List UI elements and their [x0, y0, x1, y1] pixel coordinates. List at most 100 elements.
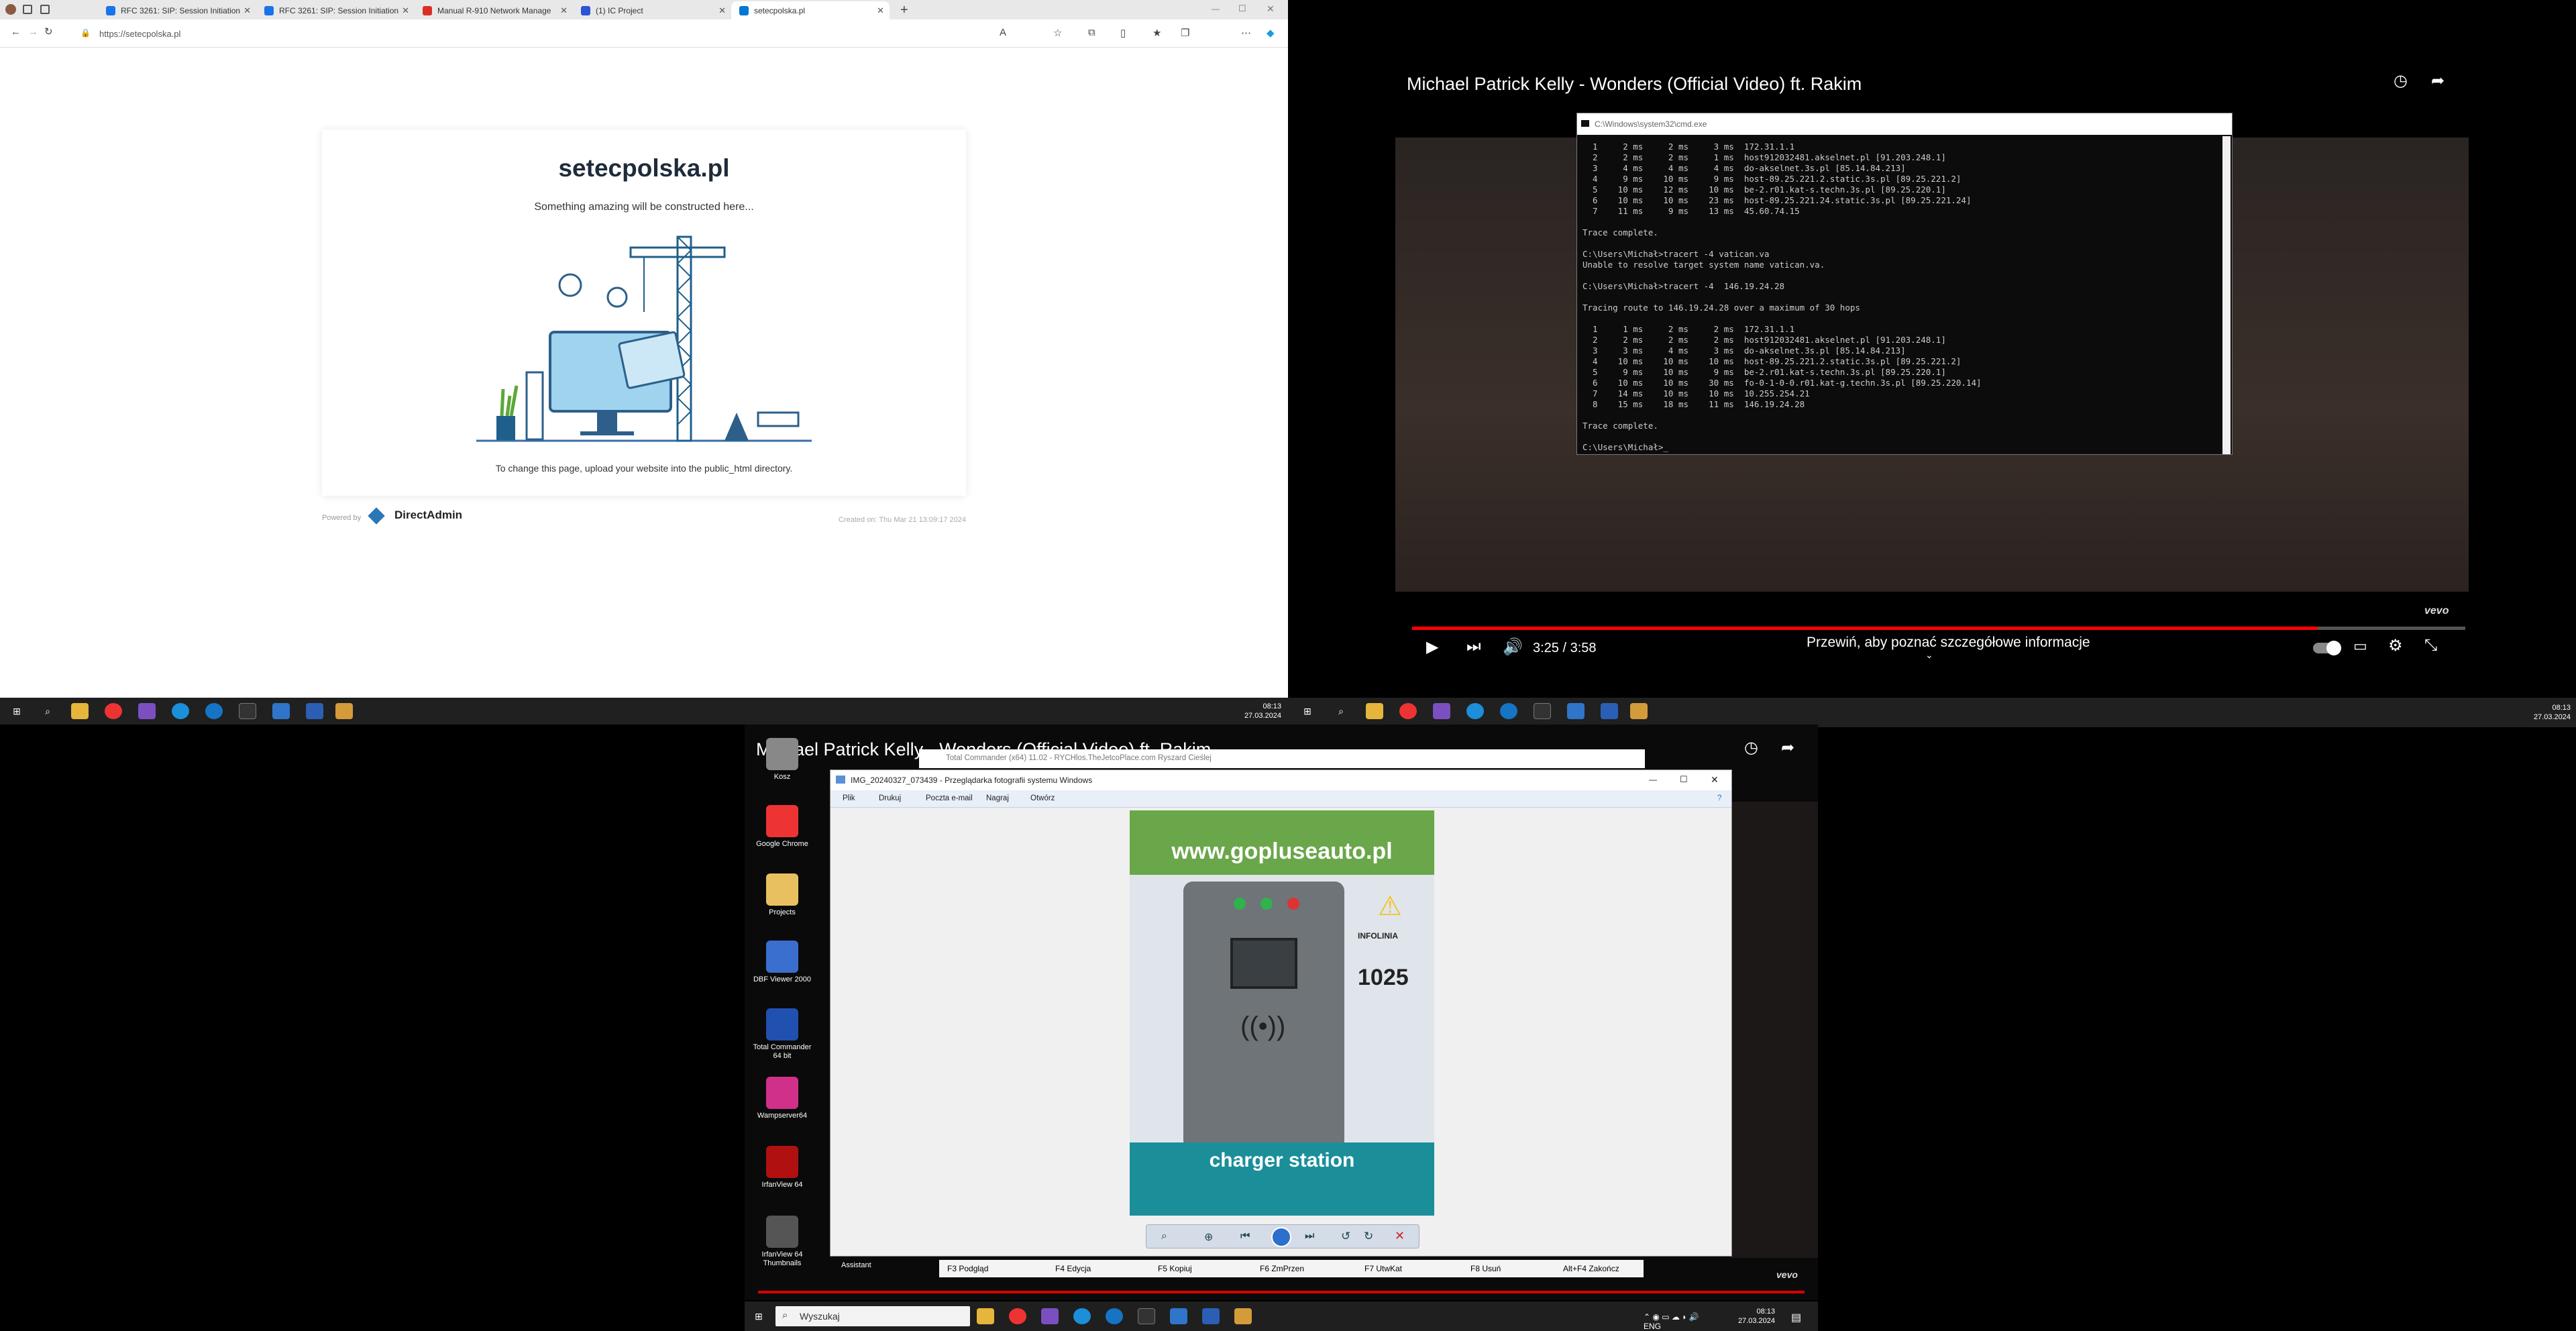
tab-close-icon[interactable]: ✕ — [244, 5, 251, 16]
total-commander-titlebar[interactable]: Total Commander (x64) 11.02 - RYCHlos.Th… — [919, 749, 1645, 768]
maximize-button[interactable]: ☐ — [1238, 3, 1246, 14]
tab-close-icon[interactable]: ✕ — [402, 5, 409, 16]
menu-drukuj[interactable]: Drukuj — [879, 794, 901, 802]
photo-viewer-window[interactable]: IMG_20240327_073439 - Przeglądarka fotog… — [830, 769, 1732, 1257]
edge-icon[interactable] — [172, 703, 189, 719]
share-icon[interactable]: ➦ — [2431, 71, 2445, 91]
read-aloud-icon[interactable]: A — [1000, 27, 1006, 38]
chrome-icon[interactable] — [1009, 1308, 1026, 1324]
refresh-icon[interactable]: ↻ — [44, 25, 53, 38]
rotate-left-icon[interactable]: ↺ — [1341, 1230, 1350, 1243]
terminal-icon[interactable] — [239, 703, 256, 719]
cmd-output[interactable]: 1 2 ms 2 ms 3 ms 172.31.1.1 2 2 ms 2 ms … — [1582, 142, 2220, 453]
visual-studio-icon[interactable] — [138, 703, 156, 719]
edge-dev-icon[interactable] — [1106, 1308, 1123, 1324]
maximize-button[interactable]: ☐ — [1680, 774, 1688, 785]
settings-more-icon[interactable]: ⋯ — [1241, 27, 1251, 39]
menu-otworz[interactable]: Otwórz — [1030, 794, 1055, 802]
desktop-icon[interactable]: DBF Viewer 2000 — [752, 941, 812, 984]
collections-icon[interactable]: ❐ — [1181, 27, 1189, 39]
f6-button[interactable]: F6 ZmPrzen — [1260, 1264, 1304, 1273]
help-icon[interactable]: ? — [1717, 794, 1721, 802]
settings-icon[interactable]: ⚙ — [2388, 636, 2403, 655]
f8-button[interactable]: F8 Usuń — [1470, 1264, 1501, 1273]
video-title[interactable]: Michael Patrick Kelly - Wonders (Officia… — [1407, 74, 1862, 95]
desktop-icon[interactable]: Projects — [752, 873, 812, 917]
lock-icon[interactable]: 🔒 — [80, 28, 91, 38]
terminal-icon[interactable] — [1534, 703, 1551, 719]
tab-close-icon[interactable]: ✕ — [718, 5, 726, 16]
notifications-icon[interactable]: ▤ — [1791, 1311, 1801, 1324]
watch-later-icon[interactable]: ◷ — [1744, 738, 1758, 757]
system-tray[interactable]: ⌃ ◉ ▭ ☁ ◗ 🔊 ENG — [1644, 1312, 1717, 1331]
close-button[interactable]: ✕ — [1711, 774, 1719, 786]
menu-plik[interactable]: Plik — [843, 794, 855, 802]
address-bar[interactable]: 🔒 https://setecpolska.pl — [67, 24, 1033, 43]
directadmin-logo-icon[interactable] — [368, 507, 385, 525]
total-commander-icon[interactable] — [1601, 703, 1618, 719]
extensions-icon[interactable]: ⧉ — [1088, 27, 1095, 38]
clock-left[interactable]: 08:13 27.03.2024 — [1234, 702, 1281, 721]
file-explorer-icon[interactable] — [1366, 703, 1383, 719]
edge-dev-icon[interactable] — [1500, 703, 1517, 719]
edge-icon[interactable] — [1466, 703, 1484, 719]
edge-icon[interactable] — [1073, 1308, 1091, 1324]
clock-right[interactable]: 08:13 27.03.2024 — [2522, 703, 2571, 722]
delete-icon[interactable]: ✕ — [1395, 1229, 1405, 1243]
next-icon[interactable]: ⏭ — [1305, 1230, 1314, 1242]
subtitles-icon[interactable]: ▭ — [2353, 637, 2367, 655]
f4-button[interactable]: F4 Edycja — [1055, 1264, 1091, 1273]
chevron-down-icon[interactable]: ⌄ — [1925, 649, 1933, 661]
cmd-window[interactable]: C:\Windows\system32\cmd.exe 1 2 ms 2 ms … — [1576, 113, 2233, 455]
actual-size-icon[interactable]: ⊕ — [1204, 1230, 1213, 1244]
browser-tab[interactable]: (1) IC Project ✕ — [573, 1, 731, 19]
total-commander-icon[interactable] — [1202, 1308, 1220, 1324]
photo-viewer-taskbar-icon[interactable] — [1234, 1308, 1252, 1324]
desktop-icon[interactable]: IrfanView 64 — [752, 1146, 812, 1189]
photo-viewer-titlebar[interactable]: IMG_20240327_073439 - Przeglądarka fotog… — [830, 770, 1731, 790]
split-screen-icon[interactable]: ▯ — [1120, 27, 1126, 39]
next-icon[interactable]: ⏭ — [1466, 637, 1481, 656]
cmd-titlebar[interactable]: C:\Windows\system32\cmd.exe — [1577, 113, 2232, 135]
play-icon[interactable]: ▶ — [1426, 637, 1438, 657]
previous-icon[interactable]: ⏮ — [1240, 1230, 1250, 1242]
browser-tab[interactable]: Manual R-910 Network Manage ✕ — [415, 1, 573, 19]
remote-desktop-icon[interactable] — [1170, 1308, 1187, 1324]
forward-icon[interactable]: → — [28, 26, 38, 38]
desktop-icon[interactable]: IrfanView 64 Thumbnails — [752, 1216, 812, 1268]
autoplay-toggle[interactable] — [2313, 641, 2341, 655]
photo-viewer-taskbar-icon[interactable] — [335, 703, 353, 719]
share-icon[interactable]: ➦ — [1781, 738, 1794, 757]
f5-button[interactable]: F5 Kopiuj — [1158, 1264, 1192, 1273]
directadmin-logo[interactable]: DirectAdmin — [394, 509, 462, 522]
scroll-info-hint[interactable]: Przewiń, aby poznać szczegółowe informac… — [1807, 635, 2090, 651]
visual-studio-icon[interactable] — [1433, 703, 1450, 719]
edge-dev-icon[interactable] — [205, 703, 223, 719]
slideshow-button[interactable] — [1271, 1227, 1291, 1247]
close-window-button[interactable]: ✕ — [1267, 3, 1275, 15]
chrome-icon[interactable] — [105, 703, 122, 719]
chrome-icon[interactable] — [1399, 703, 1417, 719]
browser-tab[interactable]: RFC 3261: SIP: Session Initiation ✕ — [256, 1, 415, 19]
file-explorer-icon[interactable] — [71, 703, 89, 719]
tab-close-icon[interactable]: ✕ — [560, 5, 568, 16]
menu-nagraj[interactable]: Nagraj — [986, 794, 1009, 802]
start-icon[interactable]: ⊞ — [750, 1308, 767, 1324]
desktop-icon[interactable]: Google Chrome — [752, 805, 812, 849]
file-explorer-icon[interactable] — [977, 1308, 994, 1324]
tab-actions-icon[interactable] — [40, 5, 50, 14]
terminal-icon[interactable] — [1138, 1308, 1155, 1324]
visual-studio-icon[interactable] — [1041, 1308, 1059, 1324]
remote-desktop-icon[interactable] — [272, 703, 290, 719]
taskbar-search[interactable]: ⌕ Wyszukaj — [775, 1306, 970, 1326]
watch-later-icon[interactable]: ◷ — [2394, 71, 2408, 91]
start-icon[interactable]: ⊞ — [8, 703, 25, 719]
browser-tab[interactable]: RFC 3261: SIP: Session Initiation ✕ — [98, 1, 256, 19]
profile-avatar[interactable] — [5, 4, 16, 15]
browser-tab[interactable]: setecpolska.pl ✕ — [731, 1, 890, 19]
f3-button[interactable]: F3 Podgląd — [947, 1264, 988, 1273]
rotate-right-icon[interactable]: ↻ — [1364, 1230, 1373, 1243]
volume-icon[interactable]: 🔊 — [1503, 637, 1523, 657]
desktop-icon[interactable]: Total Commander 64 bit — [752, 1008, 812, 1061]
copilot-icon[interactable]: ◆ — [1267, 27, 1275, 39]
